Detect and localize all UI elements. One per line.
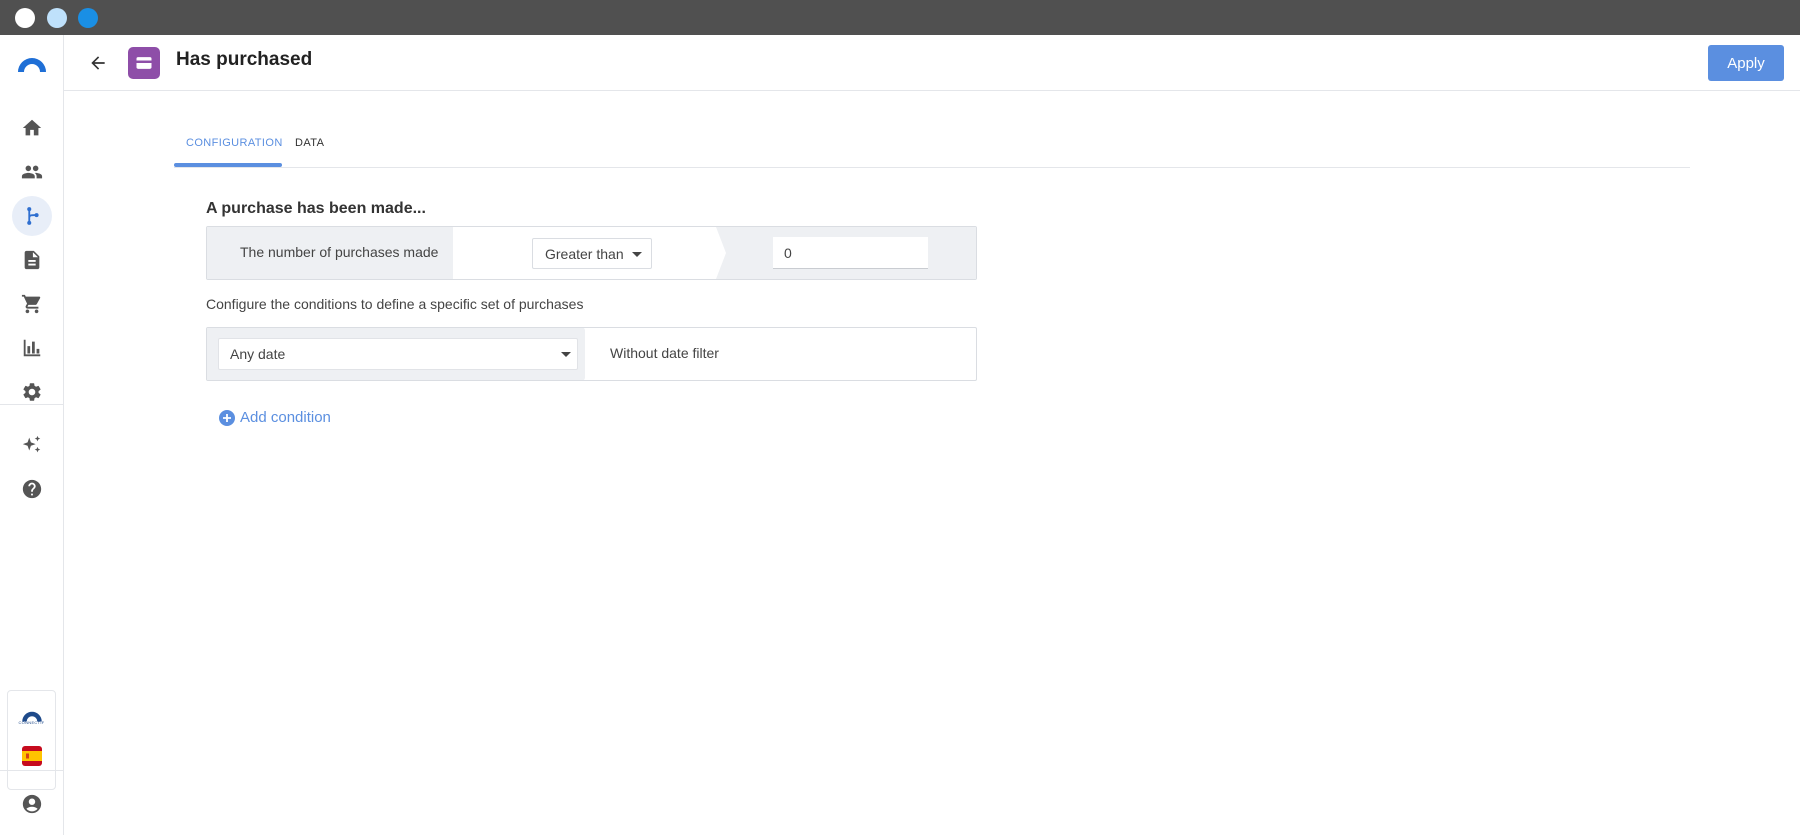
add-condition-button[interactable]: Add condition: [219, 409, 331, 426]
user-account-icon: [22, 794, 42, 814]
date-filter-description: Without date filter: [610, 345, 719, 361]
arrow-left-icon: [91, 56, 105, 70]
sidebar-item-contacts[interactable]: [12, 152, 52, 192]
plus-circle-icon: [219, 409, 235, 426]
spain-flag-icon[interactable]: [22, 746, 42, 766]
tab-bar: CONFIGURATION DATA: [174, 126, 1690, 168]
add-condition-label: Add condition: [240, 409, 331, 426]
sidebar-item-store[interactable]: [12, 284, 52, 324]
date-filter-select[interactable]: Any date: [218, 338, 578, 370]
condition-field-label: The number of purchases made: [240, 244, 439, 260]
operator-select[interactable]: Greater than: [532, 238, 652, 269]
cart-icon: [21, 294, 41, 314]
app-logo-icon[interactable]: [16, 54, 48, 74]
sidebar: CONNECTIF: [0, 35, 64, 835]
back-button[interactable]: [84, 49, 112, 77]
sidebar-item-reports[interactable]: [12, 328, 52, 368]
sidebar-divider: [0, 404, 63, 405]
sidebar-divider-bottom: [0, 770, 63, 771]
page-title: Has purchased: [176, 49, 313, 70]
chevron-down-icon: [561, 352, 571, 357]
date-filter-condition: Any date Without date filter: [206, 327, 977, 381]
brand-name: CONNECTIF: [18, 720, 45, 725]
home-icon: [22, 119, 42, 136]
sidebar-item-ai[interactable]: [12, 425, 52, 465]
purchase-count-condition: The number of purchases made Greater tha…: [206, 226, 977, 280]
bar-chart-icon: [23, 339, 41, 357]
page-header: Has purchased Apply: [64, 35, 1800, 91]
tab-configuration[interactable]: CONFIGURATION: [186, 137, 283, 149]
gear-icon: [23, 383, 41, 401]
apply-button[interactable]: Apply: [1708, 45, 1784, 81]
account-switcher[interactable]: CONNECTIF: [7, 690, 56, 790]
help-icon: [22, 479, 42, 499]
helper-text: Configure the conditions to define a spe…: [206, 296, 584, 312]
active-tab-indicator: [174, 163, 282, 167]
window-maximize-dot[interactable]: [78, 8, 98, 28]
window-close-dot[interactable]: [15, 8, 35, 28]
window-minimize-dot[interactable]: [47, 8, 67, 28]
card-icon: [128, 47, 160, 79]
date-filter-select-value: Any date: [230, 346, 286, 362]
sidebar-item-home[interactable]: [12, 108, 52, 148]
sidebar-item-settings[interactable]: [12, 372, 52, 412]
sidebar-item-profile[interactable]: [12, 784, 52, 824]
users-icon: [21, 165, 43, 179]
operator-select-value: Greater than: [545, 246, 624, 262]
window-titlebar: [0, 0, 1800, 35]
sidebar-item-content[interactable]: [12, 240, 52, 280]
purchase-count-input[interactable]: [773, 237, 928, 269]
sparkles-icon: [22, 435, 41, 453]
sidebar-item-workflows[interactable]: [12, 196, 52, 236]
section-title: A purchase has been made...: [206, 200, 426, 217]
tab-data[interactable]: DATA: [295, 137, 324, 149]
workflow-icon: [27, 207, 39, 225]
chevron-down-icon: [632, 252, 642, 257]
document-icon: [24, 250, 40, 270]
sidebar-item-help[interactable]: [12, 469, 52, 509]
